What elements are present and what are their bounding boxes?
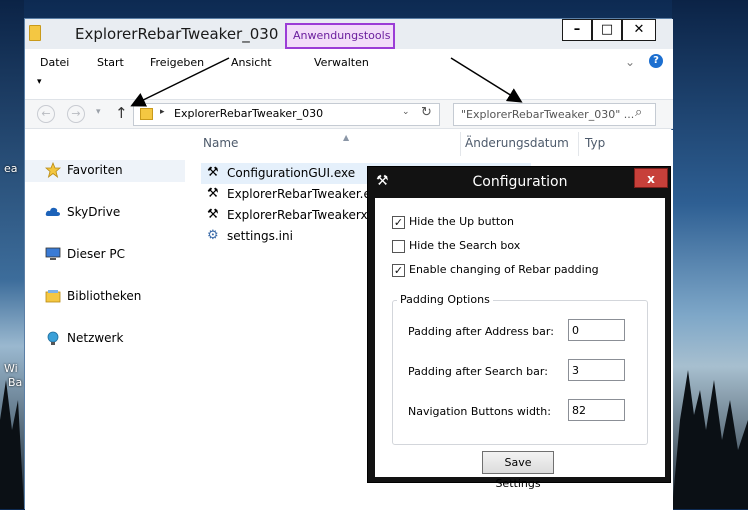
tools-icon: ⚒ <box>376 173 389 189</box>
chevron-down-icon[interactable]: ⌄ <box>402 107 410 117</box>
star-icon <box>45 162 61 178</box>
address-bar[interactable]: ▸ ExplorerRebarTweaker_030 ⌄ ↻ <box>133 103 440 126</box>
dialog-title[interactable]: Configuration <box>368 167 672 197</box>
sidebar-item-label: Favoriten <box>67 163 123 177</box>
folder-icon <box>140 108 153 120</box>
dialog-close-button[interactable]: x <box>634 168 668 188</box>
option-label: Enable changing of Rebar padding <box>409 263 599 276</box>
search-icon[interactable]: ⌕ <box>635 105 642 120</box>
sidebar-item-skydrive[interactable]: SkyDrive <box>25 202 185 224</box>
tools-icon: ⚒ <box>207 186 219 201</box>
padding-search-input[interactable]: 3 <box>568 359 625 381</box>
dialog-body: ✓ Hide the Up button Hide the Search box… <box>375 198 665 490</box>
tab-anwendungstools[interactable]: Anwendungstools <box>285 23 395 49</box>
file-name: settings.ini <box>227 229 293 243</box>
search-placeholder: "ExplorerRebarTweaker_030" ... <box>461 108 635 121</box>
configuration-dialog: Configuration ⚒ x ✓ Hide the Up button H… <box>367 166 672 490</box>
library-icon <box>45 290 61 303</box>
tab-datei[interactable]: Datei <box>40 56 69 69</box>
up-button[interactable]: ↑ <box>115 104 128 122</box>
padding-address-input[interactable]: 0 <box>568 319 625 341</box>
tab-start[interactable]: Start <box>97 56 124 69</box>
sidebar-item-bibliotheken[interactable]: Bibliotheken <box>25 286 185 308</box>
help-icon[interactable]: ? <box>649 54 663 68</box>
column-header-date[interactable]: Änderungsdatum <box>465 136 569 150</box>
sidebar-item-label: SkyDrive <box>67 205 121 219</box>
maximize-button[interactable]: □ <box>592 19 622 41</box>
sidebar-item-label: Dieser PC <box>67 247 125 261</box>
cloud-icon <box>45 207 60 216</box>
field-label: Padding after Search bar: <box>408 365 548 378</box>
checkbox-checked[interactable]: ✓ <box>392 264 405 277</box>
computer-icon <box>45 247 61 260</box>
save-settings-button[interactable]: Save Settings <box>482 451 554 490</box>
quick-access-dropdown-icon[interactable]: ▾ <box>37 77 42 87</box>
field-label: Padding after Address bar: <box>408 325 554 338</box>
title-bar[interactable]: ExplorerRebarTweaker_030 Anwendungstools… <box>25 19 673 49</box>
file-name: ExplorerRebarTweaker.exe <box>227 187 385 201</box>
column-divider[interactable] <box>460 132 461 156</box>
column-divider[interactable] <box>578 132 579 156</box>
navigation-pane: Favoriten SkyDrive Dieser PC Bibliotheke… <box>25 130 185 510</box>
tools-icon: ⚒ <box>207 165 219 180</box>
checkbox-unchecked[interactable] <box>392 240 405 253</box>
ribbon-expand-icon[interactable]: ⌄ <box>625 55 635 69</box>
search-input[interactable]: "ExplorerRebarTweaker_030" ... ⌕ <box>453 103 656 126</box>
column-header-label: Name <box>203 136 239 150</box>
close-button[interactable]: ✕ <box>622 19 656 41</box>
file-name: ConfigurationGUI.exe <box>227 166 356 180</box>
desktop-label-partial: ea <box>4 162 18 175</box>
refresh-icon[interactable]: ↻ <box>421 105 432 120</box>
ribbon: Datei Start Freigeben Ansicht Verwalten … <box>25 49 673 99</box>
address-path[interactable]: ExplorerRebarTweaker_030 <box>174 107 323 120</box>
field-label: Navigation Buttons width: <box>408 405 551 418</box>
sidebar-item-label: Netzwerk <box>67 331 124 345</box>
network-icon <box>47 331 59 345</box>
option-label: Hide the Search box <box>409 239 521 252</box>
nav-buttons-width-input[interactable]: 82 <box>568 399 625 421</box>
tab-verwalten[interactable]: Verwalten <box>314 56 369 69</box>
folder-icon <box>29 25 41 41</box>
tools-icon: ⚒ <box>207 207 219 222</box>
sidebar-item-favoriten[interactable]: Favoriten <box>25 160 185 182</box>
sidebar-item-dieser-pc[interactable]: Dieser PC <box>25 244 185 266</box>
group-title: Padding Options <box>397 293 493 306</box>
column-header-type[interactable]: Typ <box>585 136 605 150</box>
minimize-button[interactable]: – <box>562 19 592 41</box>
settings-file-icon: ⚙ <box>207 228 219 243</box>
recent-locations-dropdown[interactable]: ▾ <box>96 107 101 117</box>
tab-ansicht[interactable]: Ansicht <box>231 56 272 69</box>
checkbox-checked[interactable]: ✓ <box>392 216 405 229</box>
window-title: ExplorerRebarTweaker_030 <box>75 25 279 43</box>
forward-button[interactable]: → <box>67 105 85 123</box>
sidebar-item-label: Bibliotheken <box>67 289 142 303</box>
back-button[interactable]: ← <box>37 105 55 123</box>
sort-ascending-icon: ▲ <box>343 133 350 142</box>
column-header-name[interactable]: Name ▲ <box>203 133 349 150</box>
option-label: Hide the Up button <box>409 215 514 228</box>
navigation-bar: ← → ▾ ↑ ▸ ExplorerRebarTweaker_030 ⌄ ↻ "… <box>25 99 673 129</box>
chevron-right-icon[interactable]: ▸ <box>160 107 165 117</box>
sidebar-item-netzwerk[interactable]: Netzwerk <box>25 328 185 350</box>
tab-freigeben[interactable]: Freigeben <box>150 56 204 69</box>
